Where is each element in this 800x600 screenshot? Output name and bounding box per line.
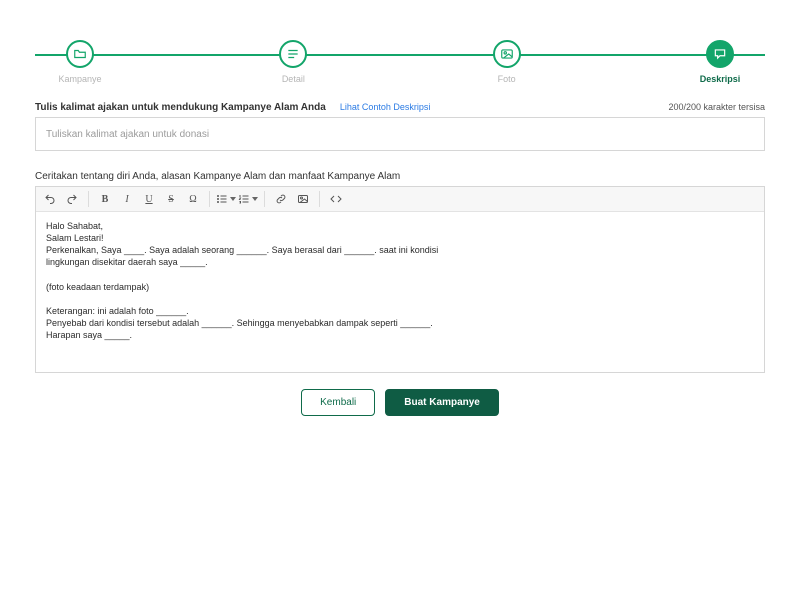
char-remaining: 200/200 karakter tersisa	[668, 102, 765, 112]
button-row: Kembali Buat Kampanye	[35, 389, 765, 416]
link-icon[interactable]	[271, 189, 291, 209]
list-ol-icon[interactable]	[238, 189, 258, 209]
chat-icon	[706, 40, 734, 68]
toolbar-separator	[264, 191, 265, 207]
section1-header: Tulis kalimat ajakan untuk mendukung Kam…	[35, 102, 765, 113]
bold-icon[interactable]: B	[95, 189, 115, 209]
step-kampanye[interactable]: Kampanye	[35, 40, 125, 84]
underline-icon[interactable]: U	[139, 189, 159, 209]
image-btn-icon[interactable]	[293, 189, 313, 209]
section2-label: Ceritakan tentang diri Anda, alasan Kamp…	[35, 171, 765, 182]
description-editor[interactable]: Halo Sahabat, Salam Lestari! Perkenalkan…	[36, 212, 764, 372]
step-label: Kampanye	[58, 74, 101, 84]
list-ul-icon[interactable]	[216, 189, 236, 209]
stepper: Kampanye Detail Foto Deskripsi	[35, 40, 765, 84]
create-campaign-button[interactable]: Buat Kampanye	[385, 389, 499, 416]
step-label: Deskripsi	[700, 74, 741, 84]
example-description-link[interactable]: Lihat Contoh Deskripsi	[340, 102, 431, 112]
redo-icon[interactable]	[62, 189, 82, 209]
stepper-line-fg	[35, 54, 765, 56]
strike-icon[interactable]: S	[161, 189, 181, 209]
undo-icon[interactable]	[40, 189, 60, 209]
rte-toolbar: B I U S Ω	[36, 187, 764, 212]
toolbar-separator	[319, 191, 320, 207]
section1-label: Tulis kalimat ajakan untuk mendukung Kam…	[35, 102, 326, 113]
image-icon	[493, 40, 521, 68]
toolbar-separator	[209, 191, 210, 207]
rich-text-editor: B I U S Ω	[35, 186, 765, 373]
invitation-input[interactable]	[35, 117, 765, 151]
code-icon[interactable]	[326, 189, 346, 209]
step-deskripsi[interactable]: Deskripsi	[675, 40, 765, 84]
step-detail[interactable]: Detail	[248, 40, 338, 84]
toolbar-separator	[88, 191, 89, 207]
step-foto[interactable]: Foto	[462, 40, 552, 84]
italic-icon[interactable]: I	[117, 189, 137, 209]
back-button[interactable]: Kembali	[301, 389, 375, 416]
omega-icon[interactable]: Ω	[183, 189, 203, 209]
folder-icon	[66, 40, 94, 68]
step-label: Foto	[498, 74, 516, 84]
step-label: Detail	[282, 74, 305, 84]
list-icon	[279, 40, 307, 68]
